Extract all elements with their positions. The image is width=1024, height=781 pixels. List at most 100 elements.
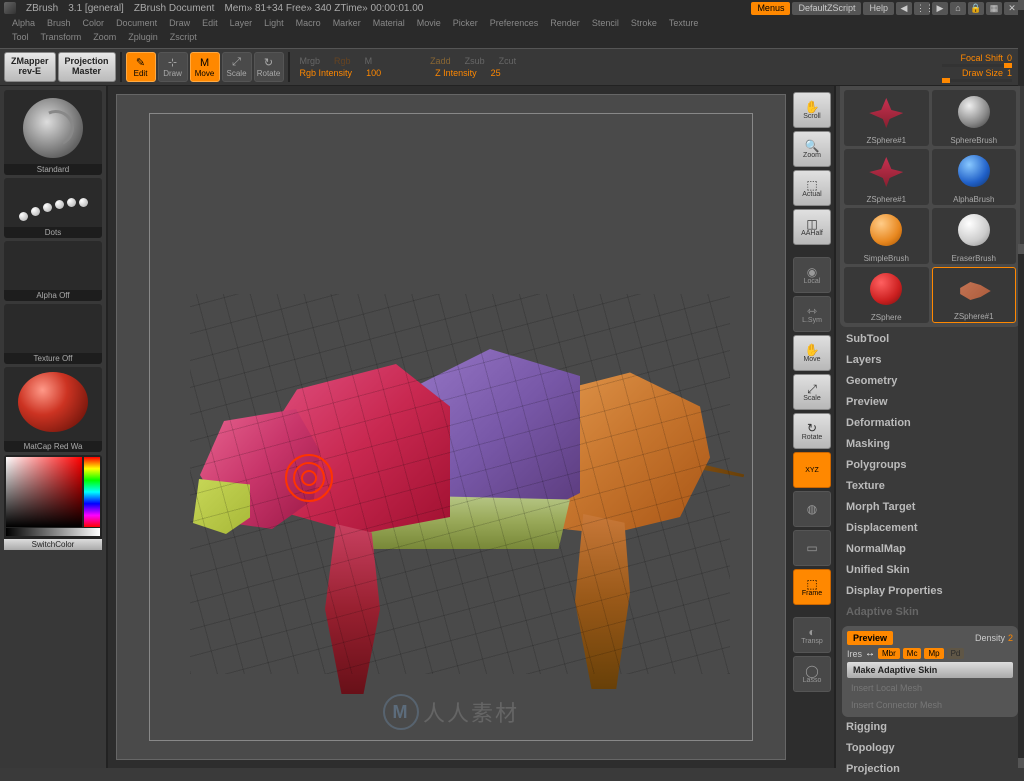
menu-layer[interactable]: Layer <box>230 18 253 30</box>
palette-texture[interactable]: Texture <box>846 480 1014 492</box>
zoom-button[interactable]: 🔍Zoom <box>793 131 831 167</box>
tool-zsphere[interactable]: ZSphere <box>844 267 929 323</box>
rotate-mode-button[interactable]: ↻Rotate <box>254 52 284 82</box>
alpha-selector[interactable]: Alpha Off <box>4 241 102 301</box>
scale-mode-button[interactable]: ⤢Scale <box>222 52 252 82</box>
mbr-button[interactable]: Mbr <box>878 648 900 659</box>
help-button[interactable]: Help <box>863 2 894 15</box>
rgb-intensity-value[interactable]: 100 <box>366 68 381 78</box>
palette-adaptiveskin[interactable]: Adaptive Skin <box>846 606 1014 618</box>
mrgb-toggle[interactable]: Mrgb <box>300 56 321 66</box>
palette-unifiedskin[interactable]: Unified Skin <box>846 564 1014 576</box>
palette-polygroups[interactable]: Polygroups <box>846 459 1014 471</box>
color-value-strip[interactable] <box>6 528 100 536</box>
draw-size-slider[interactable] <box>942 79 1012 82</box>
tool-zsphere1b[interactable]: ZSphere#1 <box>844 149 929 205</box>
palette-rigging[interactable]: Rigging <box>846 721 1014 733</box>
focal-shift-slider[interactable] <box>942 64 1012 67</box>
transp-button[interactable]: ◐Transp <box>793 617 831 653</box>
zsub-toggle[interactable]: Zsub <box>465 56 485 66</box>
menu-transform[interactable]: Transform <box>41 32 82 46</box>
menu-stroke[interactable]: Stroke <box>631 18 657 30</box>
palette-deformation[interactable]: Deformation <box>846 417 1014 429</box>
palette-morphtarget[interactable]: Morph Target <box>846 501 1014 513</box>
tool-zsphere1-selected[interactable]: ZSphere#1 <box>932 267 1017 323</box>
floor-button[interactable]: ▭ <box>793 530 831 566</box>
menu-edit[interactable]: Edit <box>202 18 218 30</box>
pd-button[interactable]: Pd <box>947 648 965 659</box>
xyz-button[interactable]: XYZ <box>793 452 831 488</box>
density-value[interactable]: 2 <box>1008 633 1013 643</box>
tool-simplebrush[interactable]: SimpleBrush <box>844 208 929 264</box>
menu-material[interactable]: Material <box>373 18 405 30</box>
rotate-view-button[interactable]: ↻Rotate <box>793 413 831 449</box>
menu-tool[interactable]: Tool <box>12 32 29 46</box>
tool-eraserbrush[interactable]: EraserBrush <box>932 208 1017 264</box>
scroll-button[interactable]: ✋Scroll <box>793 92 831 128</box>
rgb-toggle[interactable]: Rgb <box>334 56 351 66</box>
color-sv-field[interactable] <box>6 457 82 527</box>
menus-button[interactable]: Menus <box>751 2 790 15</box>
palette-displayprops[interactable]: Display Properties <box>846 585 1014 597</box>
draw-mode-button[interactable]: ⊹Draw <box>158 52 188 82</box>
zmapper-button[interactable]: ZMapper rev-E <box>4 52 56 82</box>
palette-preview[interactable]: Preview <box>846 396 1014 408</box>
stroke-selector[interactable]: Dots <box>4 178 102 238</box>
menu-movie[interactable]: Movie <box>417 18 441 30</box>
m-toggle[interactable]: M <box>365 56 373 66</box>
palette-topology[interactable]: Topology <box>846 742 1014 754</box>
menu-macro[interactable]: Macro <box>296 18 321 30</box>
palette-masking[interactable]: Masking <box>846 438 1014 450</box>
color-hue-strip[interactable] <box>84 457 100 527</box>
aahalf-button[interactable]: ◫AAHalf <box>793 209 831 245</box>
menu-zplugin[interactable]: Zplugin <box>128 32 158 46</box>
menu-draw[interactable]: Draw <box>169 18 190 30</box>
menu-light[interactable]: Light <box>264 18 284 30</box>
document-canvas[interactable]: M 人人素材 <box>116 94 786 760</box>
menu-zscript[interactable]: Zscript <box>170 32 197 46</box>
menu-texture[interactable]: Texture <box>669 18 699 30</box>
home-icon[interactable]: ⌂ <box>950 2 966 15</box>
make-adaptive-skin-button[interactable]: Make Adaptive Skin <box>847 662 1013 678</box>
menu-document[interactable]: Document <box>116 18 157 30</box>
collapse-left-icon[interactable]: ◀ <box>896 2 912 15</box>
default-zscript-button[interactable]: DefaultZScript <box>792 2 861 15</box>
brush-selector[interactable]: Standard <box>4 90 102 175</box>
menu-render[interactable]: Render <box>550 18 580 30</box>
scale-view-button[interactable]: ⤢Scale <box>793 374 831 410</box>
tool-zsphere1[interactable]: ZSphere#1 <box>844 90 929 146</box>
move-mode-button[interactable]: MMove <box>190 52 220 82</box>
edit-mode-button[interactable]: ✎Edit <box>126 52 156 82</box>
mc-button[interactable]: Mc <box>903 648 922 659</box>
collapse-right-icon[interactable]: ▶ <box>932 2 948 15</box>
menu-alpha[interactable]: Alpha <box>12 18 35 30</box>
insert-connector-mesh[interactable]: Insert Connector Mesh <box>847 698 1013 712</box>
move-view-button[interactable]: ✋Move <box>793 335 831 371</box>
menu-stencil[interactable]: Stencil <box>592 18 619 30</box>
material-selector[interactable]: MatCap Red Wa <box>4 367 102 452</box>
tool-spherebrush[interactable]: SphereBrush <box>932 90 1017 146</box>
z-intensity-value[interactable]: 25 <box>491 68 501 78</box>
menu-zoom[interactable]: Zoom <box>93 32 116 46</box>
palette-normalmap[interactable]: NormalMap <box>846 543 1014 555</box>
tool-alphabrush[interactable]: AlphaBrush <box>932 149 1017 205</box>
right-panel-scrollbar[interactable] <box>1018 244 1024 768</box>
menu-picker[interactable]: Picker <box>453 18 478 30</box>
draw-size-value[interactable]: 1 <box>1007 68 1012 78</box>
mp-button[interactable]: Mp <box>924 648 943 659</box>
ires-label[interactable]: Ires <box>847 649 862 659</box>
grid-icon[interactable]: ▦ <box>986 2 1002 15</box>
palette-geometry[interactable]: Geometry <box>846 375 1014 387</box>
preview-button[interactable]: Preview <box>847 631 893 645</box>
menu-marker[interactable]: Marker <box>333 18 361 30</box>
switchcolor-button[interactable]: SwitchColor <box>4 539 102 550</box>
palette-projection[interactable]: Projection <box>846 763 1014 775</box>
lsym-button[interactable]: ⇿L.Sym <box>793 296 831 332</box>
color-picker[interactable]: SwitchColor <box>4 455 102 550</box>
palette-subtool[interactable]: SubTool <box>846 333 1014 345</box>
menu-brush[interactable]: Brush <box>47 18 71 30</box>
zcut-toggle[interactable]: Zcut <box>499 56 517 66</box>
lasso-button[interactable]: ◯Lasso <box>793 656 831 692</box>
palette-layers[interactable]: Layers <box>846 354 1014 366</box>
lock-icon[interactable]: 🔒 <box>968 2 984 15</box>
